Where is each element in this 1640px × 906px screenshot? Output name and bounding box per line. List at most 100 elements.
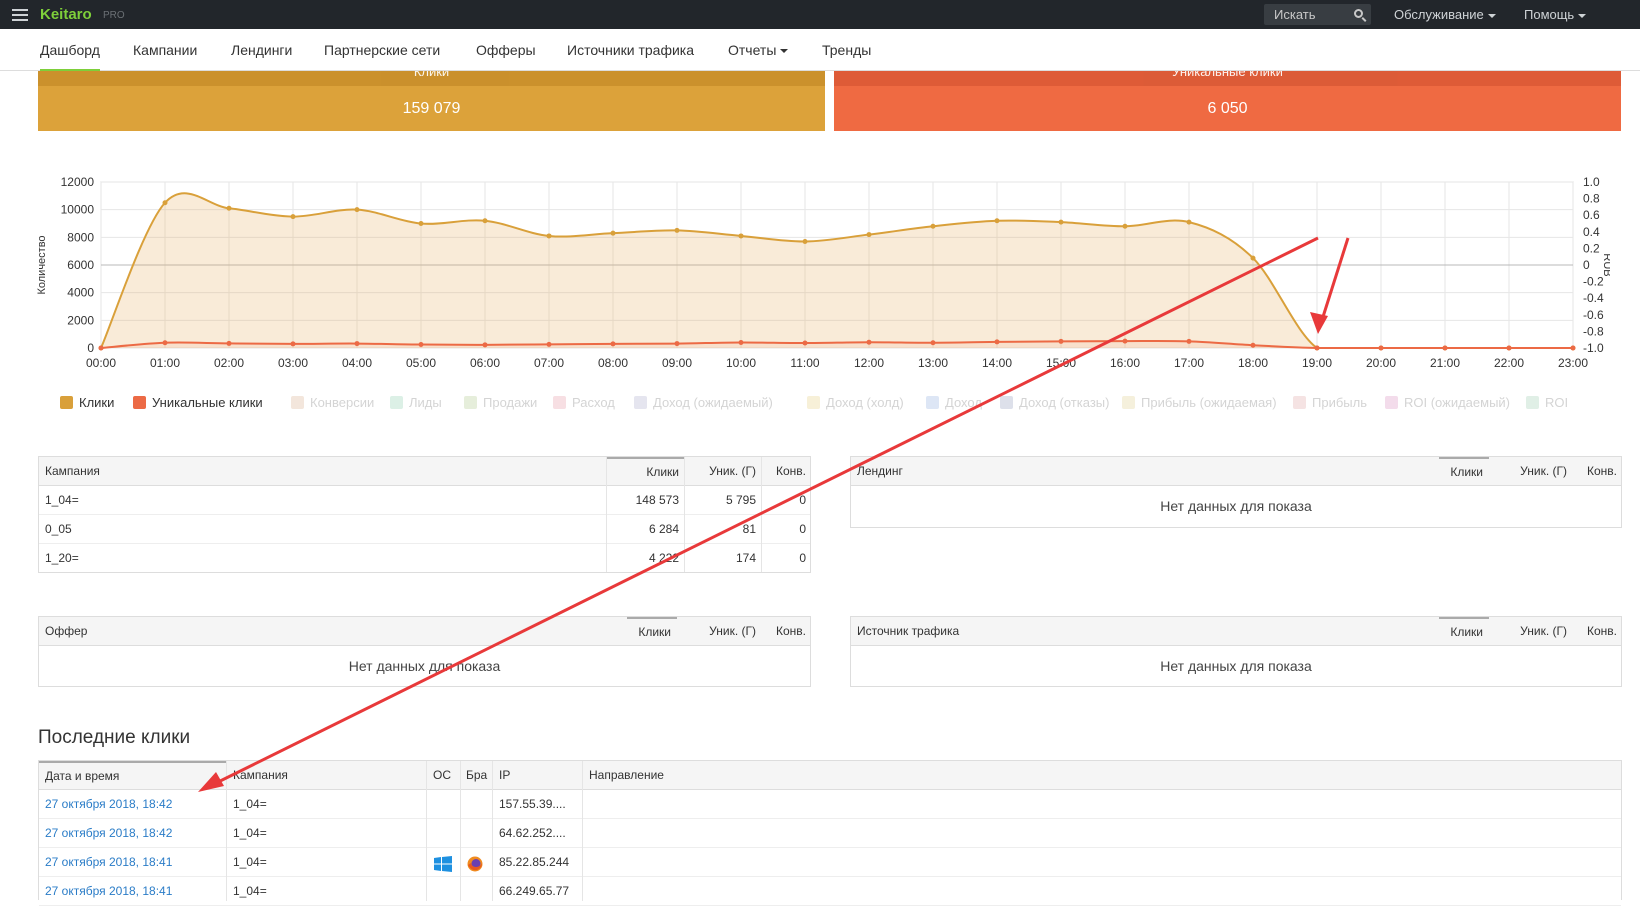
cell-datetime-link[interactable]: 27 октября 2018, 18:42 xyxy=(45,790,172,818)
col-campaign[interactable]: Кампания xyxy=(45,457,100,485)
legend-label: Доход (холд) xyxy=(826,395,904,410)
x-tick-label: 21:00 xyxy=(1430,356,1460,370)
col-datetime[interactable]: Дата и время xyxy=(39,761,226,789)
legend-item[interactable]: Уникальные клики xyxy=(133,395,263,410)
legend-swatch xyxy=(807,396,820,409)
legend-item[interactable]: Прибыль (ожидаемая) xyxy=(1122,395,1277,410)
table-row[interactable]: 1_04= 148 573 5 795 0 xyxy=(39,486,810,515)
col-unique[interactable]: Уник. (Г) xyxy=(677,617,762,645)
tab-traffic-sources[interactable]: Источники трафика xyxy=(567,42,694,58)
cell-campaign[interactable]: 1_04= xyxy=(45,486,79,514)
recent-clicks-title: Последние клики xyxy=(38,727,191,748)
x-tick-label: 15:00 xyxy=(1046,356,1076,370)
data-point xyxy=(290,341,296,347)
legend-label: Прибыль xyxy=(1312,395,1367,410)
col-conv[interactable]: Конв. xyxy=(1573,617,1623,645)
table-row[interactable]: 27 октября 2018, 18:41 1_04= 85.22.85.24… xyxy=(39,848,1621,877)
table-row[interactable]: 27 октября 2018, 18:42 1_04= 157.55.39..… xyxy=(39,790,1621,819)
x-tick-label: 07:00 xyxy=(534,356,564,370)
search-icon[interactable] xyxy=(1354,9,1363,18)
empty-message: Нет данных для показа xyxy=(1160,658,1312,674)
y-tick-label: 8000 xyxy=(67,230,94,244)
col-clicks[interactable]: Клики xyxy=(1439,617,1489,645)
col-unique[interactable]: Уник. (Г) xyxy=(1489,457,1573,485)
table-row[interactable]: 27 октября 2018, 18:41 1_04= 66.249.65.7… xyxy=(39,877,1621,906)
legend-item[interactable]: Доход (ожидаемый) xyxy=(634,395,773,410)
legend-item[interactable]: ROI xyxy=(1526,395,1568,410)
legend-item[interactable]: Доход xyxy=(926,395,982,410)
col-conv[interactable]: Конв. xyxy=(1573,457,1623,485)
legend-label: Конверсии xyxy=(310,395,375,410)
table-row[interactable]: 0_05 6 284 81 0 xyxy=(39,515,810,544)
x-tick-label: 10:00 xyxy=(726,356,756,370)
col-conv[interactable]: Конв. xyxy=(762,457,812,485)
unique-clicks-card-value: 6 050 xyxy=(1207,100,1248,117)
col-conv[interactable]: Конв. xyxy=(762,617,812,645)
tab-affiliate-networks[interactable]: Партнерские сети xyxy=(324,42,440,58)
data-point xyxy=(994,339,1000,345)
legend-item[interactable]: Прибыль xyxy=(1293,395,1367,410)
menu-icon[interactable] xyxy=(12,6,28,22)
legend-item[interactable]: Лиды xyxy=(390,395,442,410)
y2-tick-label: -0.6 xyxy=(1583,308,1604,322)
table-row[interactable]: 1_20= 4 222 174 0 xyxy=(39,544,810,573)
legend-swatch xyxy=(1293,396,1306,409)
legend-item[interactable]: Продажи xyxy=(464,395,537,410)
col-clicks[interactable]: Клики xyxy=(1439,457,1489,485)
col-ip[interactable]: IP xyxy=(499,761,510,789)
y2-axis-label: RUB xyxy=(1601,253,1610,276)
cell-conv: 0 xyxy=(799,493,806,507)
cell-datetime-link[interactable]: 27 октября 2018, 18:41 xyxy=(45,877,172,905)
table-row[interactable]: 27 октября 2018, 18:42 1_04= 64.62.252..… xyxy=(39,819,1621,848)
col-unique[interactable]: Уник. (Г) xyxy=(685,457,762,485)
brand-logo[interactable]: Keitaro xyxy=(40,6,92,23)
y-tick-label: 12000 xyxy=(61,175,95,189)
col-os[interactable]: ОС xyxy=(433,761,451,789)
col-offer[interactable]: Оффер xyxy=(45,617,87,645)
cell-datetime-link[interactable]: 27 октября 2018, 18:41 xyxy=(45,848,172,876)
x-tick-label: 05:00 xyxy=(406,356,436,370)
col-landing[interactable]: Лендинг xyxy=(857,457,903,485)
tab-dashboard[interactable]: Дашборд xyxy=(40,42,100,71)
chevron-down-icon xyxy=(1578,13,1587,18)
y2-tick-label: 1.0 xyxy=(1583,175,1600,189)
tab-campaigns[interactable]: Кампании xyxy=(133,42,197,58)
y2-tick-label: 0.8 xyxy=(1583,192,1600,206)
col-traffic-source[interactable]: Источник трафика xyxy=(857,617,959,645)
cell-conv: 0 xyxy=(799,522,806,536)
data-point xyxy=(1250,255,1256,261)
y-tick-label: 6000 xyxy=(67,258,94,272)
col-clicks[interactable]: Клики xyxy=(607,457,685,485)
tab-reports[interactable]: Отчеты xyxy=(728,42,789,58)
legend-item[interactable]: ROI (ожидаемый) xyxy=(1385,395,1510,410)
col-browser[interactable]: Бра xyxy=(466,761,487,789)
y-tick-label: 0 xyxy=(87,341,94,355)
y-axis-label: Количество xyxy=(36,235,48,294)
legend-label: Доход (ожидаемый) xyxy=(653,395,773,410)
col-unique[interactable]: Уник. (Г) xyxy=(1489,617,1573,645)
tab-offers[interactable]: Офферы xyxy=(476,42,536,58)
col-clicks[interactable]: Клики xyxy=(627,617,677,645)
help-menu[interactable]: Помощь xyxy=(1524,7,1587,22)
legend-item[interactable]: Конверсии xyxy=(291,395,374,410)
cell-campaign[interactable]: 1_20= xyxy=(45,544,79,572)
tab-trends[interactable]: Тренды xyxy=(822,42,871,58)
legend-item[interactable]: Доход (отказы) xyxy=(1000,395,1109,410)
cell-campaign[interactable]: 0_05 xyxy=(45,515,72,543)
search-input[interactable]: Искать xyxy=(1264,4,1371,25)
col-campaign[interactable]: Кампания xyxy=(233,761,288,789)
legend-item[interactable]: Расход xyxy=(553,395,615,410)
data-point xyxy=(674,227,680,233)
legend-item[interactable]: Клики xyxy=(60,395,114,410)
service-menu[interactable]: Обслуживание xyxy=(1394,7,1496,22)
data-point xyxy=(354,207,360,213)
y-tick-label: 10000 xyxy=(61,203,95,217)
tab-landings[interactable]: Лендинги xyxy=(231,42,292,58)
search-label: Искать xyxy=(1274,7,1316,22)
x-tick-label: 16:00 xyxy=(1110,356,1140,370)
cell-datetime-link[interactable]: 27 октября 2018, 18:42 xyxy=(45,819,172,847)
legend-item[interactable]: Доход (холд) xyxy=(807,395,904,410)
col-direction[interactable]: Направление xyxy=(589,761,664,789)
legend-swatch xyxy=(1526,396,1539,409)
edition-badge: PRO xyxy=(103,10,125,21)
